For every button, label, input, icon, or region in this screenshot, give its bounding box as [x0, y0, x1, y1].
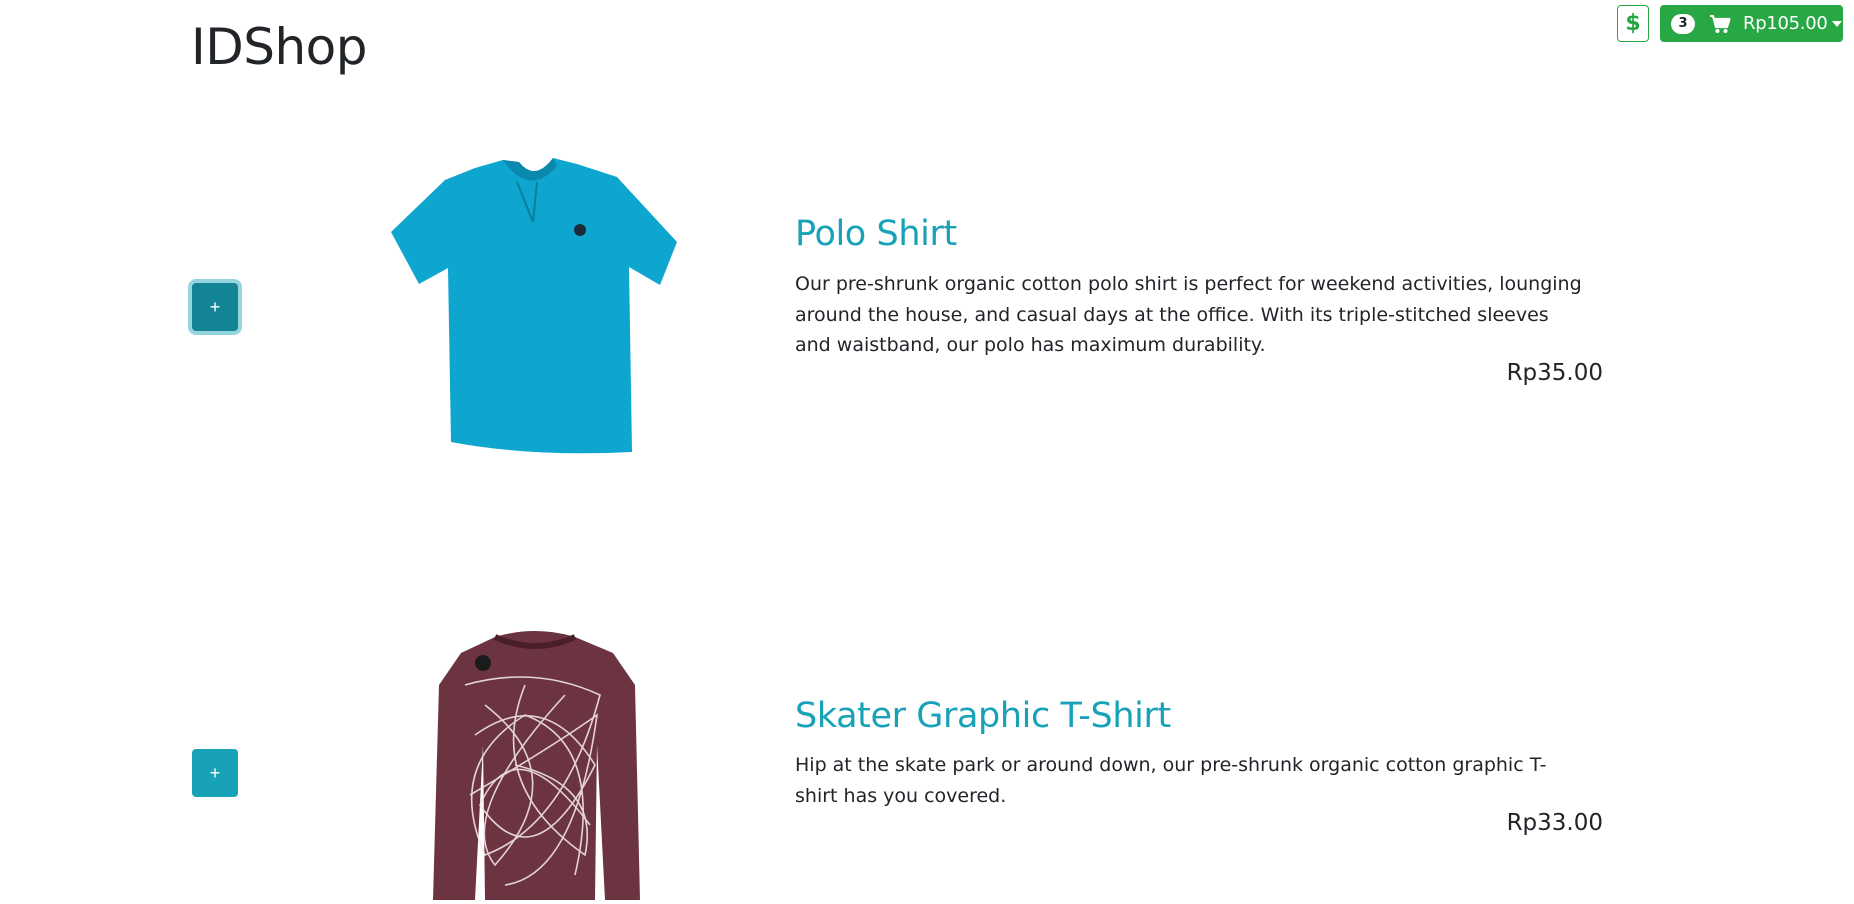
cart-total: Rp105.00: [1743, 13, 1828, 34]
product-price: Rp33.00: [1506, 810, 1603, 836]
product-price: Rp35.00: [1506, 360, 1603, 386]
product-name[interactable]: Skater Graphic T-Shirt: [795, 696, 1171, 736]
cart-icon: [1709, 14, 1731, 34]
product-name[interactable]: Polo Shirt: [795, 214, 957, 254]
add-to-cart-button[interactable]: +: [192, 283, 238, 331]
cart-count-badge: 3: [1671, 13, 1695, 34]
product-image-polo-shirt[interactable]: [385, 152, 685, 466]
product-description: Hip at the skate park or around down, ou…: [795, 754, 1547, 807]
shop-title: IDShop: [191, 18, 368, 76]
chevron-down-icon: [1831, 20, 1842, 27]
dollar-icon: $: [1625, 11, 1641, 36]
add-to-cart-button[interactable]: +: [192, 749, 238, 797]
product-image-skater-graphic-t-shirt[interactable]: [425, 625, 655, 904]
cart-button[interactable]: 3 Rp105.00: [1660, 5, 1843, 42]
product-description: Our pre-shrunk organic cotton polo shirt…: [795, 273, 1582, 356]
currency-button[interactable]: $: [1617, 5, 1649, 42]
